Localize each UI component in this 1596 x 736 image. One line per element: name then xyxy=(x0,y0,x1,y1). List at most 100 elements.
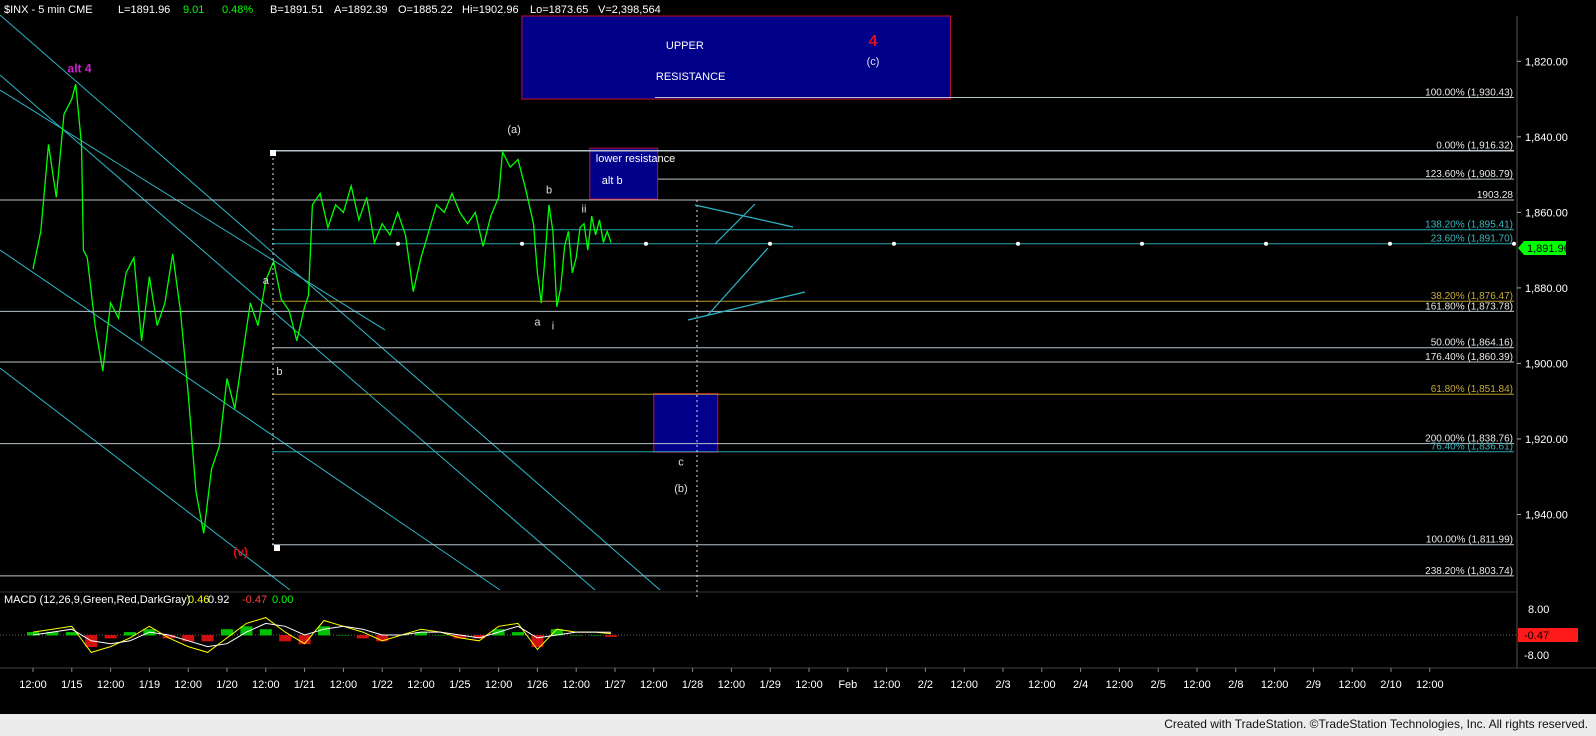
x-tick-label: 1/29 xyxy=(759,679,780,691)
x-tick-label: 12:00 xyxy=(1338,679,1366,691)
fib-label: 23.60% (1,891.70) xyxy=(1431,234,1513,245)
x-tick-label: 12:00 xyxy=(407,679,435,691)
x-tick-label: 12:00 xyxy=(485,679,513,691)
wave-label: c xyxy=(678,456,684,468)
macd-label: MACD (12,26,9,Green,Red,DarkGray) xyxy=(4,594,190,606)
x-tick-label: 12:00 xyxy=(562,679,590,691)
projection-dot xyxy=(1388,241,1392,246)
projection-dot xyxy=(1264,241,1268,246)
x-tick-label: 2/2 xyxy=(918,679,933,691)
macd-histogram-bar xyxy=(298,635,311,645)
fib-label: 61.80% (1,851.84) xyxy=(1431,384,1513,395)
macd-histogram-bar xyxy=(356,635,369,639)
y-tick-label: 1,820.00 xyxy=(1525,56,1568,68)
x-tick-label: 1/26 xyxy=(527,679,548,691)
fib-label: 176.40% (1,860.39) xyxy=(1425,352,1513,363)
macd-histogram-bar xyxy=(512,632,524,636)
x-tick-label: 1/25 xyxy=(449,679,470,691)
x-tick-label: 2/10 xyxy=(1380,679,1401,691)
wave-label: (a) xyxy=(507,124,520,136)
y-tick-label: 1,840.00 xyxy=(1525,132,1568,144)
macd-histogram-bar xyxy=(279,635,292,642)
macd-axis-bottom: -8.00 xyxy=(1524,650,1549,662)
projection-dot xyxy=(396,241,400,246)
fib-label: 100.00% (1,811.99) xyxy=(1426,535,1513,546)
zone-upper-label-1: RESISTANCE xyxy=(656,71,725,83)
macd-diff-value: -0.47 xyxy=(242,594,267,606)
x-tick-label: 12:00 xyxy=(795,679,823,691)
macd-last-label: -0.47 xyxy=(1524,630,1549,642)
x-tick-label: 12:00 xyxy=(174,679,202,691)
footer-bar: Created with TradeStation. ©TradeStation… xyxy=(0,714,1596,736)
macd-signal-value: 0.92 xyxy=(208,594,229,606)
wave-label: b xyxy=(546,184,552,196)
header-change: 9.01 xyxy=(183,4,204,16)
wave-label: alt 4 xyxy=(68,62,92,76)
macd-value: 0.46 xyxy=(188,594,209,606)
wave-label: 4 xyxy=(869,33,878,50)
macd-zero-value: 0.00 xyxy=(272,594,293,606)
y-tick-label: 1,920.00 xyxy=(1525,434,1568,446)
x-tick-label: 12:00 xyxy=(19,679,47,691)
wave-label: (b) xyxy=(674,483,687,495)
macd-histogram-bar xyxy=(434,635,447,636)
zone-lower-label-0: lower resistance xyxy=(596,153,675,165)
x-tick-label: 2/9 xyxy=(1306,679,1321,691)
x-tick-label: 12:00 xyxy=(330,679,358,691)
x-tick-label: 12:00 xyxy=(640,679,668,691)
x-tick-label: 1/21 xyxy=(294,679,315,691)
x-tick-label: 1/19 xyxy=(139,679,160,691)
x-tick-label: 12:00 xyxy=(718,679,746,691)
projection-dot xyxy=(1512,241,1516,246)
macd-histogram-bar xyxy=(201,635,214,642)
projection-dot xyxy=(1016,241,1020,246)
y-tick-label: 1,880.00 xyxy=(1525,283,1568,295)
x-tick-label: 12:00 xyxy=(1261,679,1289,691)
projection-dot xyxy=(892,241,896,246)
projection-dot xyxy=(644,241,648,246)
header-pct: 0.48% xyxy=(222,4,253,16)
footer-credit: Created with TradeStation. ©TradeStation… xyxy=(1164,717,1588,731)
y-tick-label: 1,900.00 xyxy=(1525,358,1568,370)
x-tick-label: 1/15 xyxy=(61,679,82,691)
zone-upper-label-0: UPPER xyxy=(666,40,704,52)
last-price-badge: 1,891.96 xyxy=(1518,241,1570,255)
fib-label: 50.00% (1,864.16) xyxy=(1431,338,1513,349)
fib-label: 238.20% (1,803.74) xyxy=(1425,566,1513,577)
macd-histogram-bar xyxy=(259,629,272,636)
fib-label: 76.40% (1,836.61) xyxy=(1431,442,1513,453)
fib-label: 100.00% (1,930.43) xyxy=(1425,87,1513,98)
x-tick-label: 1/22 xyxy=(371,679,392,691)
fib-label: 161.80% (1,873.78) xyxy=(1425,301,1513,312)
header-last: L=1891.96 xyxy=(118,4,170,16)
wave-label: ii xyxy=(582,203,587,215)
header-symbol: $INX - 5 min CME xyxy=(4,4,93,16)
y-tick-label: 1,940.00 xyxy=(1525,509,1568,521)
x-tick-label: 12:00 xyxy=(1028,679,1056,691)
macd-histogram-bar xyxy=(337,635,350,636)
macd-histogram-bar xyxy=(589,635,602,636)
wave-label: i xyxy=(552,320,554,332)
header-open: O=1885.22 xyxy=(398,4,453,16)
projection-dot xyxy=(1140,241,1144,246)
fib-label: 1903.28 xyxy=(1477,190,1514,201)
x-tick-label: 12:00 xyxy=(1416,679,1444,691)
x-tick-label: 2/5 xyxy=(1151,679,1166,691)
header-low: Lo=1873.65 xyxy=(530,4,588,16)
x-tick-label: 12:00 xyxy=(950,679,978,691)
projection-dot xyxy=(520,241,524,246)
x-tick-label: 12:00 xyxy=(97,679,125,691)
x-tick-label: 1/28 xyxy=(682,679,703,691)
wave-label: b xyxy=(276,366,282,378)
last-price-label: 1,891.96 xyxy=(1527,243,1570,255)
header-volume: V=2,398,564 xyxy=(598,4,661,16)
pivot-marker-high xyxy=(270,150,276,156)
x-tick-label: 1/20 xyxy=(216,679,237,691)
x-tick-label: 2/4 xyxy=(1073,679,1088,691)
x-tick-label: 2/3 xyxy=(995,679,1010,691)
projection-dot xyxy=(768,241,772,246)
macd-axis-top: 8.00 xyxy=(1528,604,1549,616)
macd-histogram-bar xyxy=(605,635,618,637)
wave-label: a xyxy=(263,275,270,287)
fib-label: 123.60% (1,908.79) xyxy=(1425,169,1513,180)
